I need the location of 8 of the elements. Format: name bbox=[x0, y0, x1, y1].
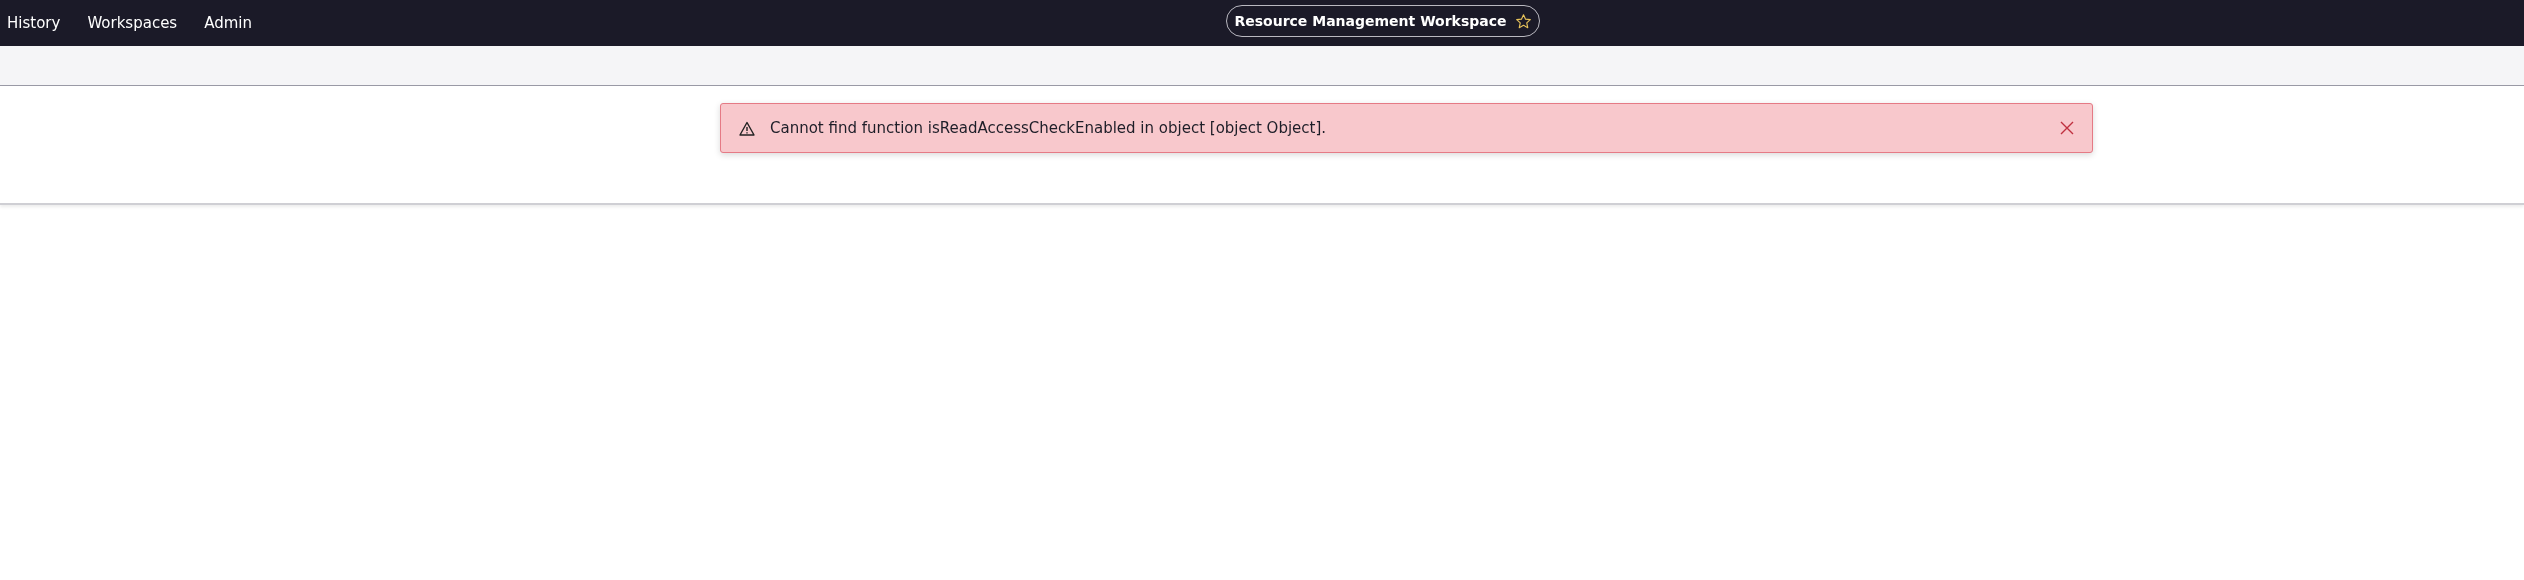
nav-link[interactable]: History bbox=[7, 14, 61, 32]
nav-link[interactable]: Admin bbox=[204, 14, 252, 32]
warning-icon bbox=[739, 120, 755, 136]
star-icon[interactable] bbox=[1514, 12, 1532, 30]
alert-message: Cannot find function isReadAccessCheckEnabled in object [object Object]. bbox=[770, 119, 1328, 137]
workspace-title: Resource Management Workspace bbox=[1234, 13, 1507, 29]
close-icon[interactable] bbox=[2060, 121, 2074, 135]
nav-link[interactable]: Workspaces bbox=[87, 14, 178, 32]
